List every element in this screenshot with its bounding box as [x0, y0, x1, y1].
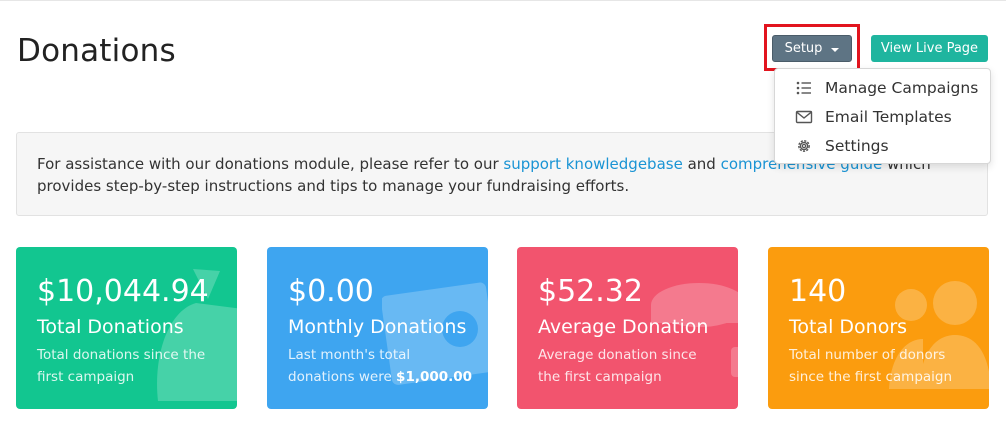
- page-title: Donations: [17, 33, 176, 69]
- card-description: Total donations since the first campaign: [37, 347, 206, 385]
- gear-icon: [798, 140, 810, 152]
- card-value: $0.00: [288, 274, 374, 309]
- card-title: Total Donors: [789, 316, 908, 338]
- card-description: Total number of donors since the first c…: [789, 347, 953, 385]
- caret-down-icon: [831, 47, 840, 52]
- menu-item-email-templates[interactable]: Email Templates: [775, 104, 990, 130]
- stat-card-monthly-donations: $0.00 Monthly Donations Last month's tot…: [267, 247, 488, 409]
- list-icon: [796, 81, 811, 95]
- setup-button-label: Setup: [784, 41, 823, 56]
- view-live-page-button[interactable]: View Live Page: [871, 35, 988, 62]
- card-title: Total Donations: [37, 316, 184, 338]
- stat-card-total-donations: $10,044.94 Total Donations Total donatio…: [16, 247, 237, 409]
- setup-button[interactable]: Setup: [772, 35, 852, 62]
- stat-card-average-donation: $52.32 Average Donation Average donation…: [517, 247, 738, 409]
- card-description: Average donation since the first campaig…: [538, 347, 697, 385]
- card-description-amount: $1,000.00: [396, 369, 473, 385]
- info-text-middle: and: [682, 155, 721, 173]
- menu-item-label: Manage Campaigns: [825, 79, 979, 97]
- top-divider: [0, 0, 1006, 1]
- card-title: Average Donation: [538, 316, 709, 338]
- card-title: Monthly Donations: [288, 316, 467, 338]
- setup-dropdown-menu: Manage Campaigns Email Templates Setting…: [774, 68, 991, 164]
- menu-item-manage-campaigns[interactable]: Manage Campaigns: [775, 75, 990, 101]
- card-description-text: Last month's total donations were: [288, 347, 411, 385]
- stat-card-total-donors: 140 Total Donors Total number of donors …: [768, 247, 989, 409]
- card-value: 140: [789, 274, 847, 309]
- menu-item-label: Email Templates: [825, 108, 952, 126]
- card-value: $52.32: [538, 274, 643, 309]
- menu-item-settings[interactable]: Settings: [775, 133, 990, 159]
- card-description: Last month's total donations were $1,000…: [288, 344, 473, 388]
- support-knowledgebase-link[interactable]: support knowledgebase: [503, 155, 682, 173]
- envelope-icon: [795, 110, 813, 124]
- card-value: $10,044.94: [37, 274, 209, 309]
- info-text-before: For assistance with our donations module…: [37, 155, 504, 173]
- menu-item-label: Settings: [825, 137, 889, 155]
